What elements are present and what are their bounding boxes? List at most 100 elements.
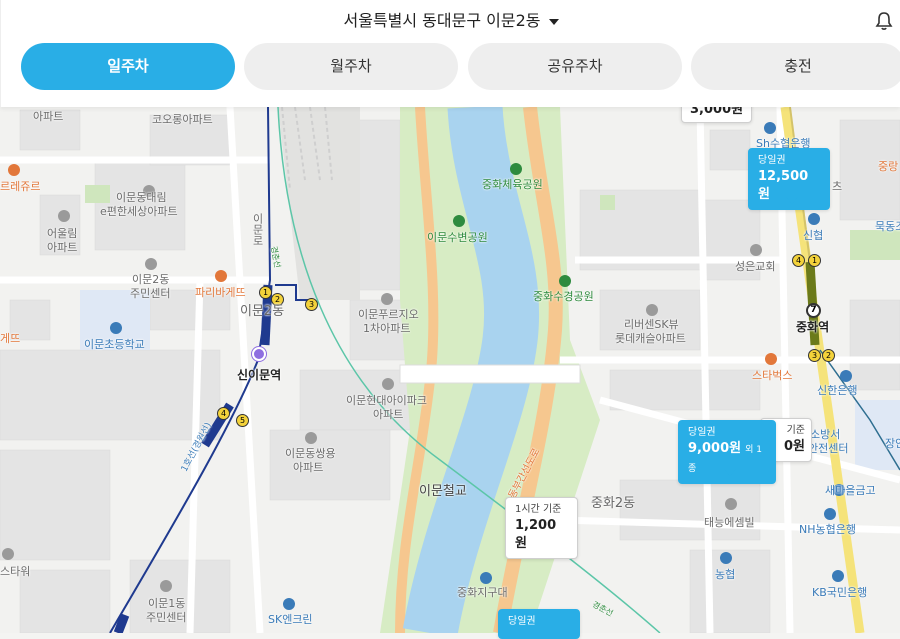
bank-icon[interactable] (832, 570, 844, 582)
tab-shared-parking[interactable]: 공유주차 (468, 43, 682, 90)
card-pointer (724, 469, 736, 476)
map-label: 르레쥬르 (0, 180, 41, 193)
map-label: 츠 (832, 180, 843, 193)
top-bar: 서울특별시 동대문구 이문2동 일주차 월주차 공유주차 충전 (0, 0, 900, 107)
parking-ticket-type: 1시간 기준 (515, 504, 562, 515)
station-location-dot[interactable] (252, 347, 266, 361)
apartment-icon[interactable] (725, 498, 737, 510)
map-label: 소방서 (810, 428, 841, 441)
map-label: 태능에셈빌 (704, 516, 755, 529)
station-number-marker[interactable]: 4 (217, 407, 230, 420)
map-label: 롯데캐슬아파트 (615, 332, 686, 345)
map-label: 장안 (885, 437, 900, 450)
map-label: 중화체육공원 (482, 178, 543, 191)
map-label: 스타워 (0, 565, 31, 578)
map-label: 아파트 (373, 408, 404, 421)
map-label: 묵동조 (875, 220, 900, 233)
gas-station-icon[interactable] (283, 598, 295, 610)
map-label: 스타벅스 (752, 369, 793, 382)
parking-ticket-type: 당일권 (508, 616, 536, 627)
parking-ticket-type: 당일권 (688, 427, 716, 438)
tab-charging[interactable]: 충전 (691, 43, 900, 90)
map-label: 중화수경공원 (533, 290, 594, 303)
school-icon[interactable] (110, 322, 122, 334)
government-office-icon[interactable] (145, 258, 157, 270)
map-label: 중화지구대 (457, 586, 508, 599)
parking-price-card[interactable]: 1시간 기준 1,200원 (505, 497, 578, 559)
station-name-label[interactable]: 중화역 (796, 320, 829, 334)
map-label: 어울림 (47, 227, 78, 240)
station-number-marker[interactable]: 3 (305, 298, 318, 311)
park-icon[interactable] (453, 215, 465, 227)
apartment-icon[interactable] (381, 293, 393, 305)
station-name-label[interactable]: 신이문역 (237, 368, 281, 382)
map-label: 신한은행 (817, 384, 858, 397)
map-label: 이문1동 (148, 597, 186, 610)
bell-icon[interactable] (873, 10, 895, 32)
location-name: 서울특별시 동대문구 이문2동 (343, 11, 541, 30)
chevron-down-icon (548, 18, 559, 25)
apartment-icon[interactable] (2, 548, 14, 560)
map-label: e편한세상아파트 (100, 205, 178, 218)
park-icon[interactable] (510, 163, 522, 175)
parking-price: 9,000원 (688, 441, 742, 456)
bank-icon[interactable] (840, 370, 852, 382)
bank-icon[interactable] (808, 213, 820, 225)
bank-icon[interactable] (720, 552, 732, 564)
bank-icon[interactable] (764, 122, 776, 134)
map-label: 성은교회 (735, 260, 776, 273)
map-label: 중랑 (878, 160, 899, 173)
map-label: 게뜨 (0, 332, 21, 345)
map-label: 이문철교 (419, 484, 467, 499)
map-label: 이문동쌍용 (285, 447, 336, 460)
map-label: 주민센터 (146, 611, 187, 624)
station-number-marker[interactable]: 3 (808, 349, 821, 362)
cafe-icon[interactable] (765, 353, 777, 365)
map-label: 리버센SK뷰 (624, 318, 679, 331)
park-icon[interactable] (559, 275, 571, 287)
apartment-icon[interactable] (58, 210, 70, 222)
station-number-marker[interactable]: 7 (806, 303, 821, 318)
map-label: 이문수변공원 (427, 231, 488, 244)
bakery-icon[interactable] (215, 270, 227, 282)
church-icon[interactable] (750, 244, 762, 256)
map-label: 주민센터 (130, 287, 171, 300)
apartment-icon[interactable] (305, 432, 317, 444)
parking-ticket-type: 당일권 (758, 155, 786, 166)
government-office-icon[interactable] (160, 580, 172, 592)
map-label: 이문초등학교 (84, 338, 145, 351)
map-label: SK엔크린 (268, 613, 313, 626)
map-label: 새마을금고 (825, 484, 876, 497)
map-label: 중화2동 (591, 496, 636, 511)
map-label: 이문로 (251, 213, 264, 246)
map-label: 아파트 (33, 110, 64, 123)
map-label: KB국민은행 (812, 586, 868, 599)
map-label: 1차아파트 (363, 322, 411, 335)
station-number-marker[interactable]: 2 (822, 349, 835, 362)
map-label: NH농협은행 (799, 523, 856, 536)
station-number-marker[interactable]: 1 (808, 254, 821, 267)
map-label: 아파트 (47, 241, 78, 254)
map-label: 안전센터 (808, 442, 849, 455)
restaurant-icon[interactable] (8, 164, 20, 176)
map-label: 이문푸르지오 (358, 308, 419, 321)
card-pointer (786, 197, 798, 204)
tab-monthly-parking[interactable]: 월주차 (244, 43, 458, 90)
map-label: 이문2동 (240, 304, 285, 319)
map-label: 신협 (803, 229, 824, 242)
apartment-icon[interactable] (646, 304, 658, 316)
map-label: 파리바게뜨 (195, 286, 246, 299)
location-selector[interactable]: 서울특별시 동대문구 이문2동 (1, 8, 900, 34)
station-number-marker[interactable]: 4 (792, 254, 805, 267)
police-icon[interactable] (480, 572, 492, 584)
bank-icon[interactable] (824, 508, 836, 520)
parking-price-card[interactable]: 당일권 (498, 609, 580, 639)
station-number-marker[interactable]: 1 (259, 286, 272, 299)
station-number-marker[interactable]: 5 (236, 414, 249, 427)
apartment-icon[interactable] (382, 378, 394, 390)
map-label: 농협 (715, 568, 736, 581)
map-label: 이문동대림 (116, 191, 167, 204)
map-label: 이문현대아이파크 (346, 394, 427, 407)
tab-daily-parking[interactable]: 일주차 (21, 43, 235, 90)
map-label: 아파트 (293, 461, 324, 474)
